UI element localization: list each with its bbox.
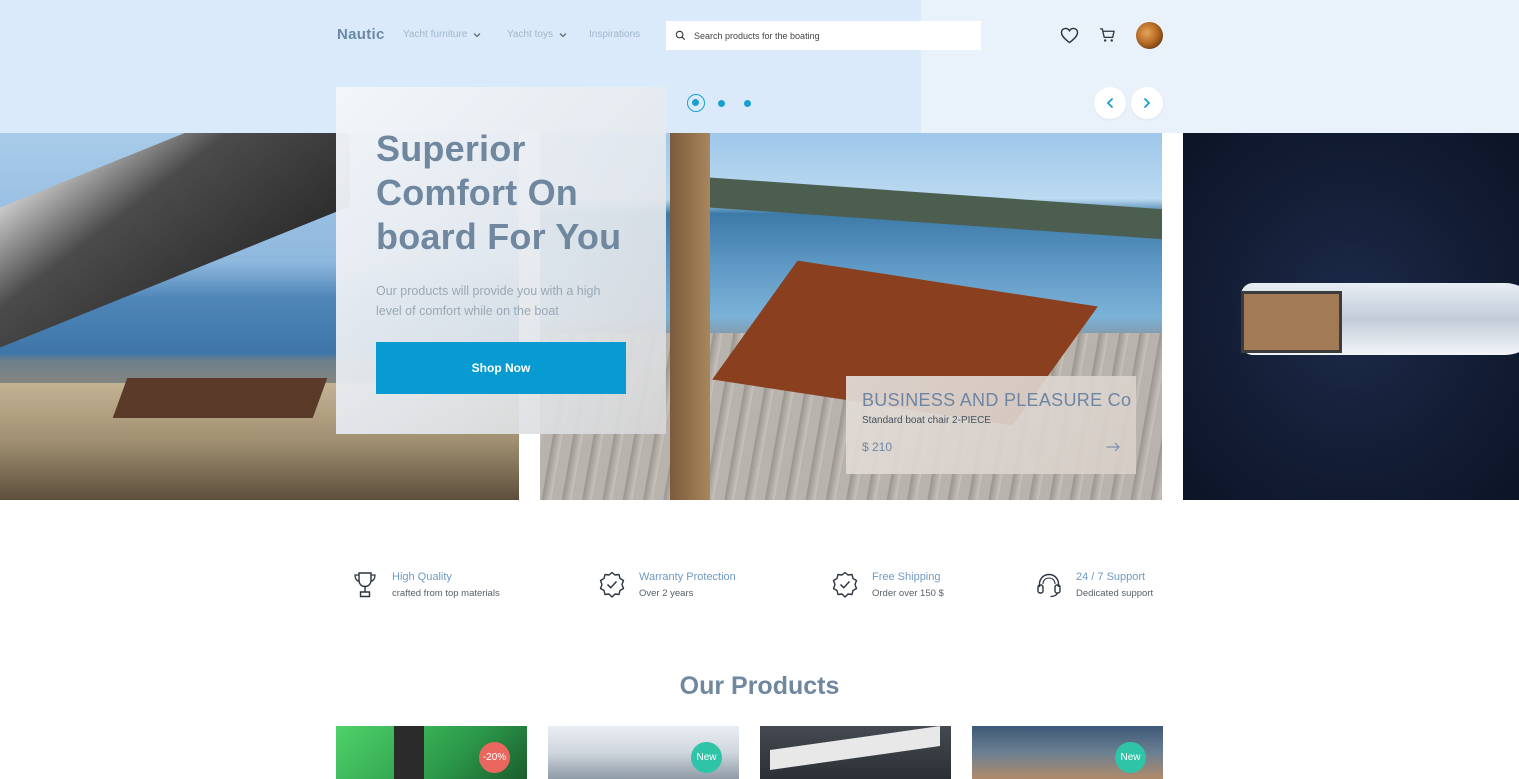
slider-prev-button[interactable]	[1094, 87, 1126, 119]
search-icon	[675, 30, 686, 41]
slider-dot-2[interactable]	[718, 100, 725, 107]
product-card-2[interactable]: New	[548, 726, 739, 779]
featured-product-card[interactable]: BUSINESS AND PLEASURE Co Standard boat c…	[846, 376, 1136, 474]
nav-yacht-toys[interactable]: Yacht toys	[507, 29, 568, 40]
nav-yacht-toys-label: Yacht toys	[507, 29, 553, 40]
arrow-right-icon[interactable]	[1106, 442, 1120, 452]
our-products-title: Our Products	[679, 672, 840, 700]
nav-inspirations[interactable]: Inspirations	[589, 29, 640, 40]
trophy-icon	[350, 570, 380, 600]
hero-card: Superior Comfort On board For You Our pr…	[336, 87, 666, 434]
table-shape	[112, 378, 328, 418]
nav-yacht-furniture[interactable]: Yacht furniture	[403, 29, 482, 40]
chevron-left-icon	[1106, 98, 1113, 108]
discount-badge: -20%	[479, 742, 510, 773]
product-card-3[interactable]	[760, 726, 951, 779]
feature-subtitle: Order over 150 $	[872, 588, 944, 599]
slider-dot-3[interactable]	[744, 100, 751, 107]
badge-check-icon	[830, 570, 860, 600]
nav-inspirations-label: Inspirations	[589, 29, 641, 40]
feature-title: Warranty Protection	[639, 571, 736, 583]
slider-dot-1[interactable]	[687, 94, 705, 112]
slider-next-button[interactable]	[1131, 87, 1163, 119]
feature-free-shipping: Free Shipping Order over 150 $	[830, 570, 944, 600]
header-background-right	[921, 0, 1519, 133]
feature-title: High Quality	[392, 571, 452, 583]
product-card-1[interactable]: -20%	[336, 726, 527, 779]
hero-image-yacht-aerial	[1183, 133, 1519, 500]
chevron-right-icon	[1144, 98, 1151, 108]
product-name: Standard boat chair 2-PIECE	[862, 415, 991, 426]
feature-title: Free Shipping	[872, 571, 941, 583]
mast-shape	[670, 133, 710, 500]
awning-shape	[0, 133, 350, 360]
new-badge: New	[1115, 742, 1146, 773]
avatar[interactable]	[1136, 22, 1163, 49]
cart-icon[interactable]	[1097, 25, 1117, 45]
chevron-down-icon	[473, 32, 481, 37]
feature-support: 24 / 7 Support Dedicated support	[1034, 570, 1153, 600]
feature-subtitle: crafted from top materials	[392, 588, 500, 599]
shop-now-button[interactable]: Shop Now	[376, 342, 626, 394]
logo[interactable]: Nautic	[337, 26, 385, 43]
headset-icon	[1034, 570, 1064, 600]
heart-icon[interactable]	[1059, 25, 1079, 45]
chevron-down-icon	[559, 32, 567, 37]
search-input[interactable]	[694, 30, 974, 41]
feature-subtitle: Over 2 years	[639, 588, 694, 599]
hero-subtitle: Our products will provide you with a hig…	[376, 284, 601, 318]
feature-title: 24 / 7 Support	[1076, 571, 1146, 583]
badge-check-icon	[597, 570, 627, 600]
feature-warranty: Warranty Protection Over 2 years	[597, 570, 736, 600]
yacht-shape	[1241, 283, 1519, 355]
nav-yacht-furniture-label: Yacht furniture	[403, 29, 468, 40]
feature-subtitle: Dedicated support	[1076, 588, 1154, 599]
product-price: $ 210	[862, 440, 893, 454]
hero-title: Superior Comfort On board For You	[376, 128, 622, 257]
product-card-4[interactable]: New	[972, 726, 1163, 779]
new-badge: New	[691, 742, 722, 773]
product-brand: BUSINESS AND PLEASURE Co	[862, 390, 1132, 410]
shore-shape	[700, 176, 1162, 240]
feature-high-quality: High Quality crafted from top materials	[350, 570, 500, 600]
search-bar[interactable]	[666, 21, 981, 50]
